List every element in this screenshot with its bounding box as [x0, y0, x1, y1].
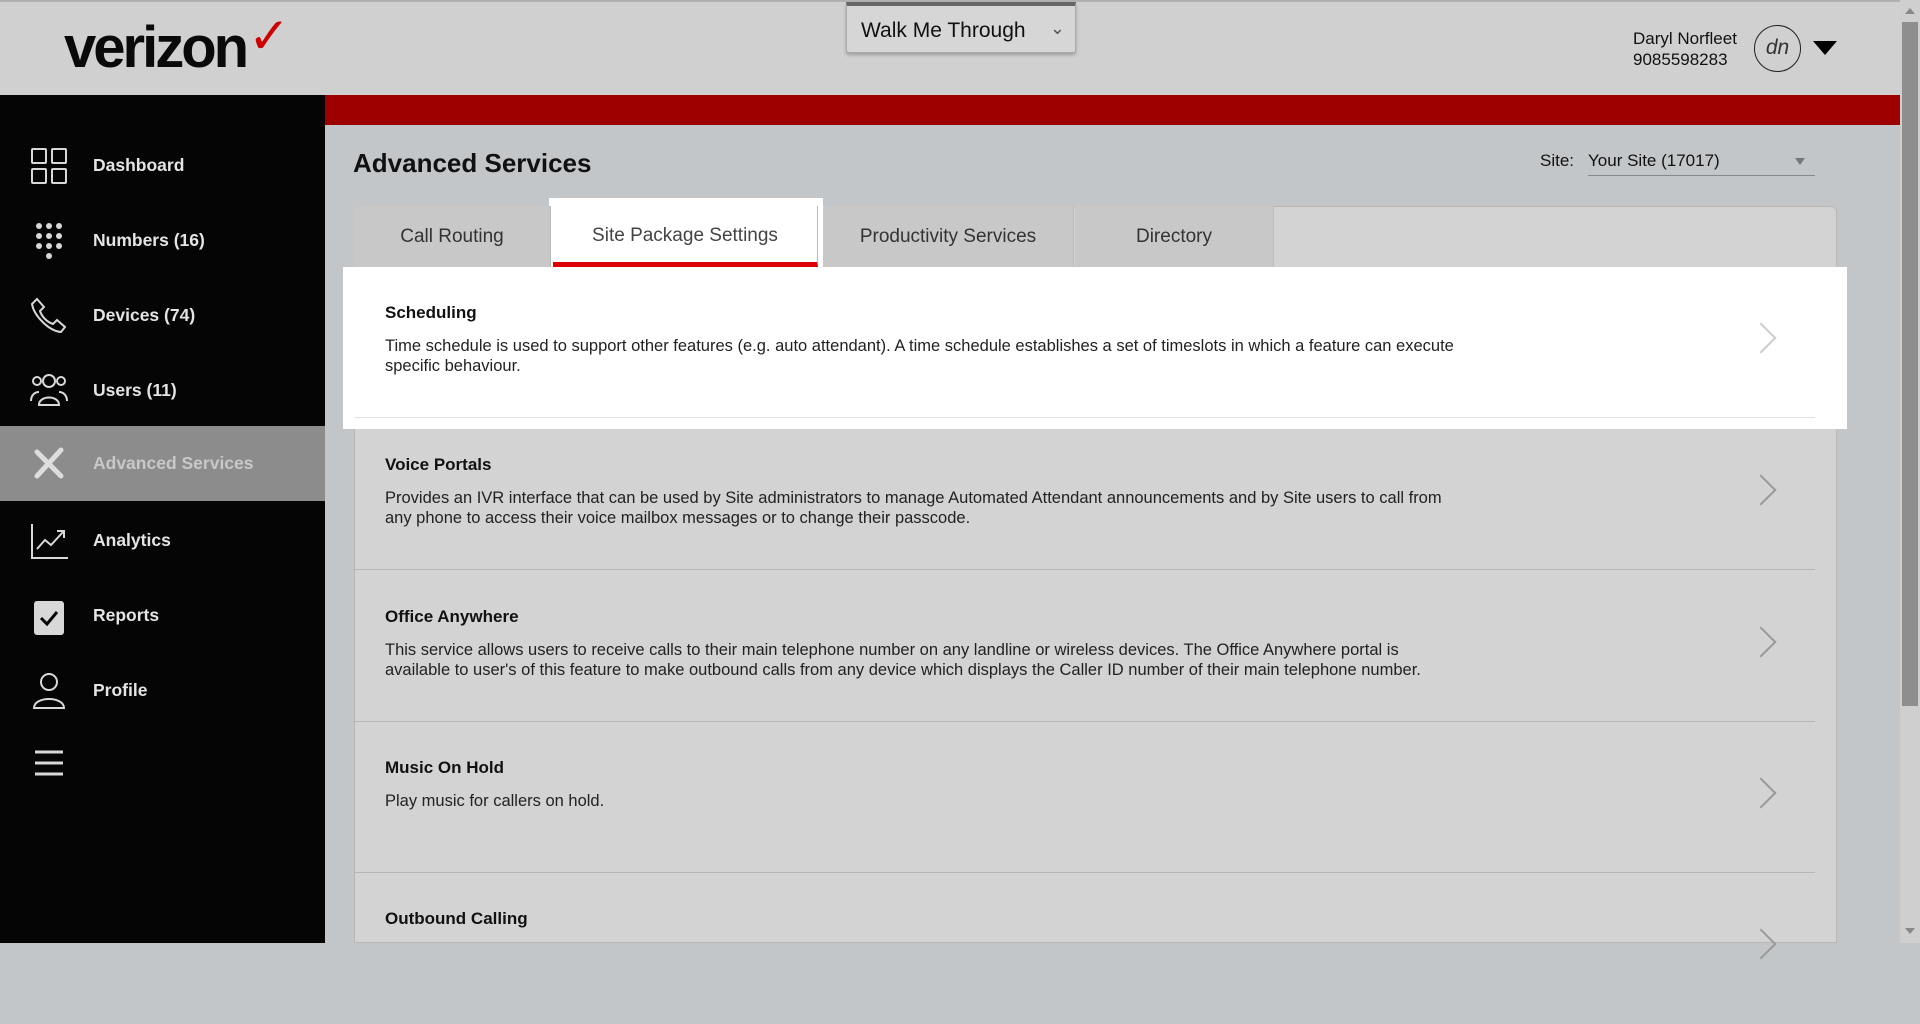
sidebar-item-label: Profile [93, 680, 148, 700]
keypad-icon [27, 219, 71, 263]
sidebar-item-label: Advanced Services [93, 453, 254, 473]
sidebar-item-advanced-services[interactable]: Advanced Services [0, 426, 325, 501]
hamburger-icon [27, 741, 71, 785]
service-description: This service allows users to receive cal… [385, 641, 1421, 679]
tools-icon [27, 442, 71, 486]
users-icon [27, 369, 71, 413]
service-title: Office Anywhere [385, 607, 519, 626]
chevron-down-icon: ⌄ [1049, 18, 1065, 38]
site-value: Your Site (17017) [1588, 151, 1720, 170]
chart-icon [27, 519, 71, 563]
chevron-right-icon [1745, 777, 1777, 809]
user-phone: 9085598283 [1633, 50, 1728, 69]
scroll-up-icon[interactable] [1905, 8, 1915, 14]
tab-call-routing[interactable]: Call Routing [354, 206, 551, 267]
sidebar-item-profile[interactable]: Profile [0, 653, 325, 728]
walkme-label: Walk Me Through [861, 19, 1026, 42]
site-select[interactable]: Your Site (17017) [1588, 148, 1815, 176]
service-title: Outbound Calling [385, 909, 528, 928]
chevron-right-icon [1745, 474, 1777, 506]
sidebar-item-label: Numbers (16) [93, 230, 205, 250]
caret-down-icon[interactable] [1813, 41, 1837, 55]
grid-icon [27, 144, 71, 188]
chevron-right-icon [1745, 626, 1777, 658]
divider [354, 569, 1815, 570]
service-description: Play music for callers on hold. [385, 792, 605, 810]
sidebar-item-users[interactable]: Users (11) [0, 353, 325, 428]
chevron-right-icon [1745, 322, 1777, 354]
person-icon [27, 669, 71, 713]
dropdown-arrow-icon [1795, 158, 1805, 165]
sidebar-item-devices[interactable]: Devices (74) [0, 278, 325, 353]
tab-site-package-settings[interactable]: Site Package Settings [553, 206, 818, 267]
sidebar-item-analytics[interactable]: Analytics [0, 503, 325, 578]
page-title: Advanced Services [353, 148, 592, 178]
service-title: Scheduling [385, 303, 477, 322]
scroll-down-icon[interactable] [1905, 928, 1915, 934]
sidebar-item-label: Reports [93, 605, 160, 625]
site-label: Site: [1540, 151, 1575, 170]
service-row-voice-portals[interactable]: Voice Portals Provides an IVR interface t… [354, 419, 1837, 570]
service-row-scheduling[interactable]: Scheduling Time schedule is used to suppo… [354, 267, 1837, 418]
avatar[interactable]: dn [1754, 25, 1801, 72]
service-description: Time schedule is used to support other f… [385, 337, 1454, 375]
service-row-office-anywhere[interactable]: Office Anywhere This service allows users… [354, 571, 1837, 722]
tab-bar: Call Routing Site Package Settings Produ… [354, 206, 1837, 267]
service-description: Provides an IVR interface that can be us… [385, 489, 1442, 527]
brand-bar [300, 95, 1900, 125]
divider [354, 417, 1815, 418]
walk-me-through-button[interactable]: Walk Me Through ⌄ [846, 2, 1076, 53]
chevron-right-icon [1745, 928, 1777, 960]
service-title: Voice Portals [385, 455, 492, 474]
verizon-logo[interactable]: verizon✓ [64, 8, 290, 81]
sidebar-item-label: Users (11) [93, 380, 177, 400]
user-info: Daryl Norfleet 9085598283 [1633, 28, 1737, 70]
service-row-outbound-calling[interactable]: Outbound Calling [354, 873, 1837, 1024]
sidebar-item-label: Analytics [93, 530, 171, 550]
sidebar-item-label: Devices (74) [93, 305, 196, 325]
phone-icon [27, 294, 71, 338]
menu-toggle[interactable] [0, 725, 325, 800]
check-icon: ✓ [248, 8, 290, 64]
service-row-music-on-hold[interactable]: Music On Hold Play music for callers on h… [354, 722, 1837, 873]
service-title: Music On Hold [385, 758, 504, 777]
user-name: Daryl Norfleet [1633, 29, 1737, 48]
sidebar-item-dashboard[interactable]: Dashboard [0, 128, 325, 203]
sidebar-item-label: Dashboard [93, 155, 185, 175]
sidebar-item-numbers[interactable]: Numbers (16) [0, 203, 325, 278]
sidebar: Dashboard Numbers (16) Devices (74) User… [0, 95, 325, 943]
tab-productivity-services[interactable]: Productivity Services [823, 206, 1074, 267]
sidebar-item-reports[interactable]: Reports [0, 578, 325, 653]
clipboard-check-icon [27, 594, 71, 638]
scrollbar-thumb[interactable] [1902, 22, 1918, 706]
tab-directory[interactable]: Directory [1075, 206, 1274, 267]
